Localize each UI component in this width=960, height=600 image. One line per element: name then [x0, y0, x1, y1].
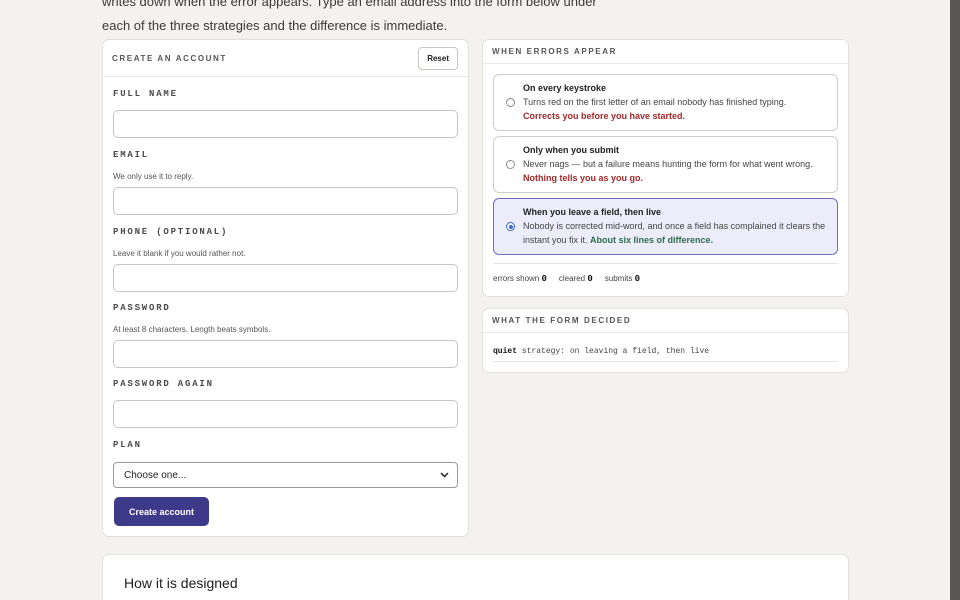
password-label: PASSWORD — [113, 303, 171, 313]
divider — [493, 263, 838, 264]
password-again-field: PASSWORD AGAIN — [113, 379, 458, 428]
option-verdict: About six lines of difference. — [590, 235, 714, 245]
phone-input[interactable] — [113, 264, 458, 292]
create-account-card: CREATE AN ACCOUNT Reset FULL NAME EMAIL … — [102, 39, 469, 537]
option-title: Only when you submit — [523, 145, 620, 155]
option-description: Turns red on the first letter of an emai… — [523, 97, 787, 107]
plan-label: PLAN — [113, 440, 142, 450]
reset-button[interactable]: Reset — [418, 46, 458, 70]
option-description: Never nags — but a failure means hunting… — [523, 159, 813, 169]
radio-keystroke[interactable] — [506, 98, 515, 107]
plan-field: PLAN Choose one... — [113, 440, 458, 488]
option-text: On every keystroke Turns red on the firs… — [523, 81, 828, 123]
design-section-card: How it is designed — [102, 554, 849, 600]
cleared-counter: cleared 0 — [558, 274, 593, 284]
form-card-header: CREATE AN ACCOUNT Reset — [103, 40, 468, 77]
decided-keyword: quiet — [493, 347, 518, 356]
email-field: EMAIL We only use it to reply. — [113, 150, 458, 215]
intro-line-2: each of the three strategies and the dif… — [102, 18, 448, 33]
full-name-label: FULL NAME — [113, 89, 178, 99]
intro-text: writes down when the error appears. Type… — [102, 0, 602, 38]
password-input[interactable] — [113, 340, 458, 368]
submits-counter: submits 0 — [604, 274, 640, 284]
phone-help: Leave it blank if you would rather not. — [113, 249, 246, 258]
strategy-option-keystroke[interactable]: On every keystroke Turns red on the firs… — [493, 74, 838, 131]
email-input[interactable] — [113, 187, 458, 215]
radio-leave-field[interactable] — [506, 222, 515, 231]
full-name-input[interactable] — [113, 110, 458, 138]
option-verdict: Corrects you before you have started. — [523, 111, 686, 121]
intro-line-1: writes down when the error appears. Type… — [102, 0, 597, 9]
email-label: EMAIL — [113, 150, 150, 160]
form-decided-card: WHAT THE FORM DECIDED quiet strategy: on… — [482, 308, 849, 373]
decided-strategy-line: quiet strategy: on leaving a field, then… — [493, 347, 709, 356]
design-section-title: How it is designed — [124, 575, 238, 591]
full-name-field: FULL NAME — [113, 89, 458, 138]
email-help: We only use it to reply. — [113, 172, 194, 181]
radio-submit[interactable] — [506, 160, 515, 169]
option-text: Only when you submit Never nags — but a … — [523, 143, 828, 185]
password-again-input[interactable] — [113, 400, 458, 428]
divider — [493, 361, 838, 362]
option-verdict: Nothing tells you as you go. — [523, 173, 644, 183]
chevron-down-icon — [440, 472, 449, 478]
decided-card-header: WHAT THE FORM DECIDED — [483, 309, 848, 333]
option-title: On every keystroke — [523, 83, 607, 93]
decided-card-title: WHAT THE FORM DECIDED — [492, 316, 632, 325]
strategy-option-leave-field[interactable]: When you leave a field, then live Nobody… — [493, 198, 838, 255]
option-text: When you leave a field, then live Nobody… — [523, 205, 828, 247]
strategy-card-header: WHEN ERRORS APPEAR — [483, 40, 848, 64]
decided-text: strategy: on leaving a field, then live — [521, 347, 710, 356]
form-card-title: CREATE AN ACCOUNT — [112, 53, 227, 63]
strategy-option-submit[interactable]: Only when you submit Never nags — but a … — [493, 136, 838, 193]
plan-select[interactable]: Choose one... — [113, 462, 458, 488]
counters: errors shown 0 cleared 0 submits 0 — [493, 274, 640, 284]
password-field: PASSWORD At least 8 characters. Length b… — [113, 303, 458, 368]
scrollbar[interactable] — [950, 0, 960, 600]
plan-selected-value: Choose one... — [124, 469, 187, 481]
error-strategy-card: WHEN ERRORS APPEAR On every keystroke Tu… — [482, 39, 849, 297]
password-again-label: PASSWORD AGAIN — [113, 379, 214, 389]
errors-shown-counter: errors shown 0 — [493, 274, 547, 284]
option-title: When you leave a field, then live — [523, 207, 662, 217]
strategy-card-title: WHEN ERRORS APPEAR — [492, 47, 617, 56]
phone-field: PHONE (OPTIONAL) Leave it blank if you w… — [113, 227, 458, 292]
phone-label: PHONE (OPTIONAL) — [113, 227, 229, 237]
password-help: At least 8 characters. Length beats symb… — [113, 325, 271, 334]
create-account-button[interactable]: Create account — [114, 497, 209, 526]
